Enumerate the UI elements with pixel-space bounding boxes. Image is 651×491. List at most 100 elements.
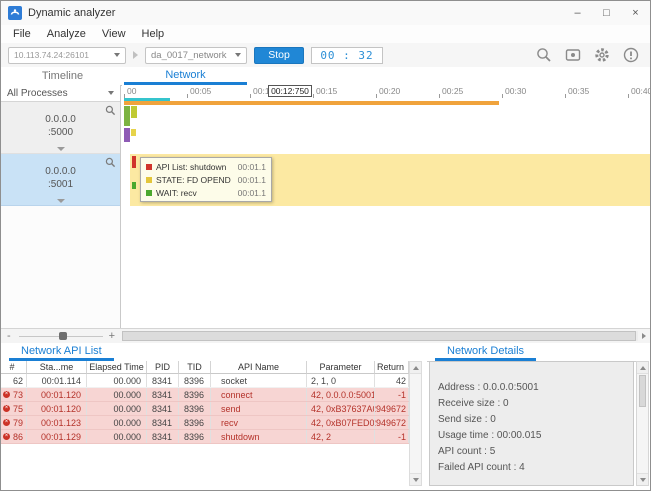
api-list-swatch-icon <box>146 164 152 170</box>
col-start[interactable]: Sta...me <box>27 361 87 374</box>
cell-num: 86 <box>1 430 27 443</box>
col-return[interactable]: Return <box>375 361 409 374</box>
arrow-down-icon <box>413 478 419 482</box>
cell-elapsed: 00.000 <box>87 416 147 429</box>
stop-button[interactable]: Stop <box>254 47 304 64</box>
settings-gear-icon[interactable] <box>593 46 611 64</box>
cell-param: 42, 0xB07FED00 <box>307 416 375 429</box>
menu-view[interactable]: View <box>94 28 134 40</box>
table-v-scrollbar[interactable] <box>409 361 422 486</box>
chart-segment <box>124 106 130 126</box>
row-zoom-icon[interactable] <box>105 157 116 168</box>
chart-segment <box>131 129 136 136</box>
process-ip: 0.0.0.0 <box>1 165 120 178</box>
row-zoom-icon[interactable] <box>105 105 116 116</box>
cell-api: socket <box>211 374 307 387</box>
menu-file[interactable]: File <box>5 28 39 40</box>
tab-network[interactable]: Network <box>124 67 247 85</box>
table-row-failed[interactable]: 79 00:01.123 00.000 8341 8396 recv 42, 0… <box>1 416 409 430</box>
col-num[interactable]: # <box>1 361 27 374</box>
process-row-5000[interactable]: 0.0.0.0 :5000 <box>1 102 120 154</box>
zoom-out-button[interactable]: - <box>7 329 11 343</box>
chevron-down-icon <box>114 53 120 57</box>
scroll-up-button[interactable] <box>637 362 648 374</box>
chevron-down-icon <box>108 91 114 95</box>
zoom-in-button[interactable]: + <box>109 329 115 343</box>
col-api[interactable]: API Name <box>211 361 307 374</box>
chart-scroll-row: - + <box>1 328 650 343</box>
tooltip-row: API List: shutdown 00:01.1 <box>146 160 266 173</box>
screenshot-icon[interactable] <box>564 46 582 64</box>
detail-receive-size: Receive size : 0 <box>438 398 625 414</box>
timeline-chart[interactable]: 00 00:05 00:10 00:15 00:20 00:25 00:30 0… <box>122 85 651 328</box>
cell-tid: 8396 <box>179 402 211 415</box>
target-app-select[interactable]: da_0017_network <box>145 47 247 64</box>
tab-network-api-list[interactable]: Network API List <box>9 343 114 361</box>
details-v-scrollbar[interactable] <box>636 361 649 486</box>
details-scroll-thumb[interactable] <box>639 375 646 407</box>
cell-return: 42949672 <box>375 416 409 429</box>
scroll-down-button[interactable] <box>410 473 421 485</box>
bottom-section: Network API List # Sta...me Elapsed Time… <box>1 343 650 490</box>
col-pid[interactable]: PID <box>147 361 179 374</box>
close-button[interactable]: × <box>621 1 650 25</box>
cell-api: send <box>211 402 307 415</box>
api-list-tabrow: Network API List <box>1 343 422 362</box>
h-scrollbar-thumb[interactable] <box>122 331 636 341</box>
cell-return: 42949672 <box>375 402 409 415</box>
process-filter-select[interactable]: All Processes <box>1 85 120 102</box>
col-tid[interactable]: TID <box>179 361 211 374</box>
chart-segment <box>124 128 130 142</box>
table-row-failed[interactable]: 86 00:01.129 00.000 8341 8396 shutdown 4… <box>1 430 409 444</box>
tab-network-details[interactable]: Network Details <box>435 343 536 361</box>
ruler-tick: 00:30 <box>502 86 526 96</box>
cell-api: recv <box>211 416 307 429</box>
process-filter-value: All Processes <box>7 88 68 99</box>
failed-icon <box>3 391 10 398</box>
cell-return: -1 <box>375 430 409 443</box>
search-icon[interactable] <box>535 46 553 64</box>
col-elapsed[interactable]: Elapsed Time <box>87 361 147 374</box>
tooltip-label: API List: shutdown <box>156 162 226 172</box>
cell-pid: 8341 <box>147 388 179 401</box>
table-row-failed[interactable]: 73 00:01.120 00.000 8341 8396 connect 42… <box>1 388 409 402</box>
menu-bar: File Analyze View Help <box>1 25 650 44</box>
failed-icon <box>3 433 10 440</box>
arrow-right-icon <box>642 333 646 339</box>
scroll-right-button[interactable] <box>639 331 649 341</box>
tooltip-time: 00:01.1 <box>232 162 266 172</box>
zoom-slider-thumb[interactable] <box>59 332 67 340</box>
view-tabs: Timeline Network <box>1 67 650 86</box>
col-param[interactable]: Parameter <box>307 361 375 374</box>
detail-api-count: API count : 5 <box>438 446 625 462</box>
arrow-down-icon <box>640 478 646 482</box>
ruler-tick: 00:25 <box>439 86 463 96</box>
device-select[interactable]: 10.113.74.24:26101 <box>8 47 126 64</box>
cell-api: connect <box>211 388 307 401</box>
details-box: Address : 0.0.0.0:5001 Receive size : 0 … <box>429 361 634 486</box>
info-icon[interactable] <box>622 46 640 64</box>
tab-timeline[interactable]: Timeline <box>1 67 124 85</box>
cell-param: 42, 2 <box>307 430 375 443</box>
cell-pid: 8341 <box>147 430 179 443</box>
maximize-button[interactable]: □ <box>592 1 621 25</box>
menu-analyze[interactable]: Analyze <box>39 28 94 40</box>
scroll-up-button[interactable] <box>410 362 421 374</box>
expand-caret-icon[interactable] <box>57 199 65 203</box>
expand-caret-icon[interactable] <box>57 147 65 151</box>
cell-num: 62 <box>1 374 27 387</box>
ruler-tick: 00:05 <box>187 86 211 96</box>
detail-send-size: Send size : 0 <box>438 414 625 430</box>
process-row-5001-selected[interactable]: 0.0.0.0 :5001 <box>1 154 120 206</box>
table-row[interactable]: 62 00:01.114 00.000 8341 8396 socket 2, … <box>1 374 409 388</box>
h-scrollbar-track[interactable] <box>122 331 638 341</box>
arrow-up-icon <box>640 366 646 370</box>
process-port: :5000 <box>1 126 120 139</box>
table-row-failed[interactable]: 75 00:01.120 00.000 8341 8396 send 42, 0… <box>1 402 409 416</box>
tooltip-label: STATE: FD OPEND <box>156 175 231 185</box>
minimize-button[interactable]: – <box>563 1 592 25</box>
menu-help[interactable]: Help <box>134 28 173 40</box>
failed-icon <box>3 405 10 412</box>
wait-swatch-icon <box>146 190 152 196</box>
scroll-down-button[interactable] <box>637 473 648 485</box>
